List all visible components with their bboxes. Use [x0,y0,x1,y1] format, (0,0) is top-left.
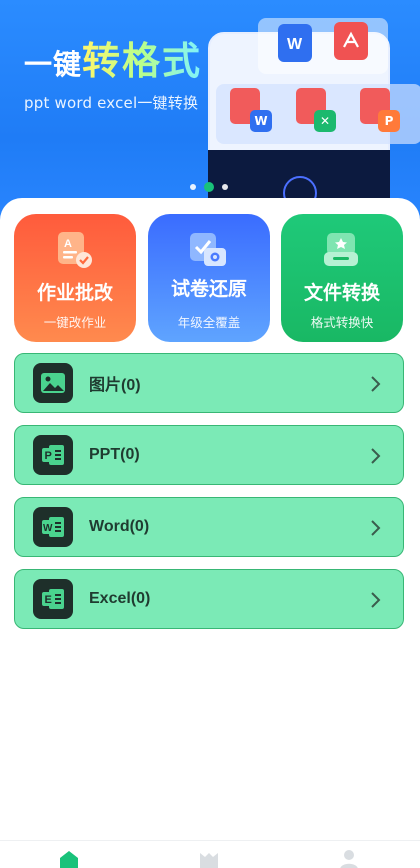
feature-title: 文件转换 [303,282,380,304]
word-files-row[interactable]: W Word(0) [14,497,404,557]
exam-restore-card[interactable]: 试卷还原 年级全覆盖 [148,214,270,342]
carousel-dot[interactable] [190,184,196,190]
nav-home-icon[interactable] [58,849,80,868]
row-label: 图片(0) [89,377,141,394]
chevron-right-icon [371,520,381,536]
banner-title-prefix: 一键 [24,48,83,81]
word-file-icon: W [33,507,73,547]
feature-subtitle: 一键改作业 [43,315,107,330]
promo-banner[interactable]: 一键 转格式 ppt word excel一键转换 W W ✕ P [0,0,420,230]
svg-text:A: A [64,238,72,250]
homework-check-icon: A [54,230,94,270]
nav-tools-icon[interactable] [198,849,220,868]
feature-title: 试卷还原 [170,278,247,300]
row-label: Excel(0) [89,590,151,607]
chevron-right-icon [371,376,381,392]
image-icon [33,363,73,403]
ppt-files-row[interactable]: P PPT(0) [14,425,404,485]
ppt-mini-icon: P [378,110,400,132]
banner-subtitle: ppt word excel一键转换 [24,94,199,112]
feature-subtitle: 格式转换快 [310,315,374,330]
excel-file-icon: E [33,579,73,619]
ppt-file-icon: P [33,435,73,475]
svg-text:E: E [45,594,52,606]
pdf-doc-icon [334,22,368,60]
file-convert-card[interactable]: 文件转换 格式转换快 [281,214,403,342]
nav-profile-icon[interactable] [338,849,360,868]
carousel-dot[interactable] [222,184,228,190]
row-label: PPT(0) [89,446,140,463]
word-mini-icon: W [250,110,272,132]
bottom-nav [0,840,420,868]
homework-check-card[interactable]: A 作业批改 一键改作业 [14,214,136,342]
svg-text:W: W [43,523,53,534]
svg-text:P: P [45,450,52,462]
banner-title: 一键 转格式 [24,30,202,85]
exam-restore-icon [188,230,228,270]
carousel-indicator [190,182,228,192]
svg-text:W: W [287,36,303,53]
excel-mini-icon: ✕ [314,110,336,132]
content-sheet: A 作业批改 一键改作业 试卷还原 年级全覆盖 文件转换 格式转换快 图片(0)… [0,198,420,840]
word-doc-icon: W [278,24,312,62]
file-convert-icon [321,230,361,270]
image-files-row[interactable]: 图片(0) [14,353,404,413]
excel-files-row[interactable]: E Excel(0) [14,569,404,629]
feature-title: 作业批改 [36,282,113,304]
chevron-right-icon [371,592,381,608]
banner-title-highlight: 转格式 [82,30,202,85]
row-label: Word(0) [89,518,150,535]
chevron-right-icon [371,448,381,464]
feature-subtitle: 年级全覆盖 [177,315,241,330]
carousel-dot-active[interactable] [204,182,214,192]
